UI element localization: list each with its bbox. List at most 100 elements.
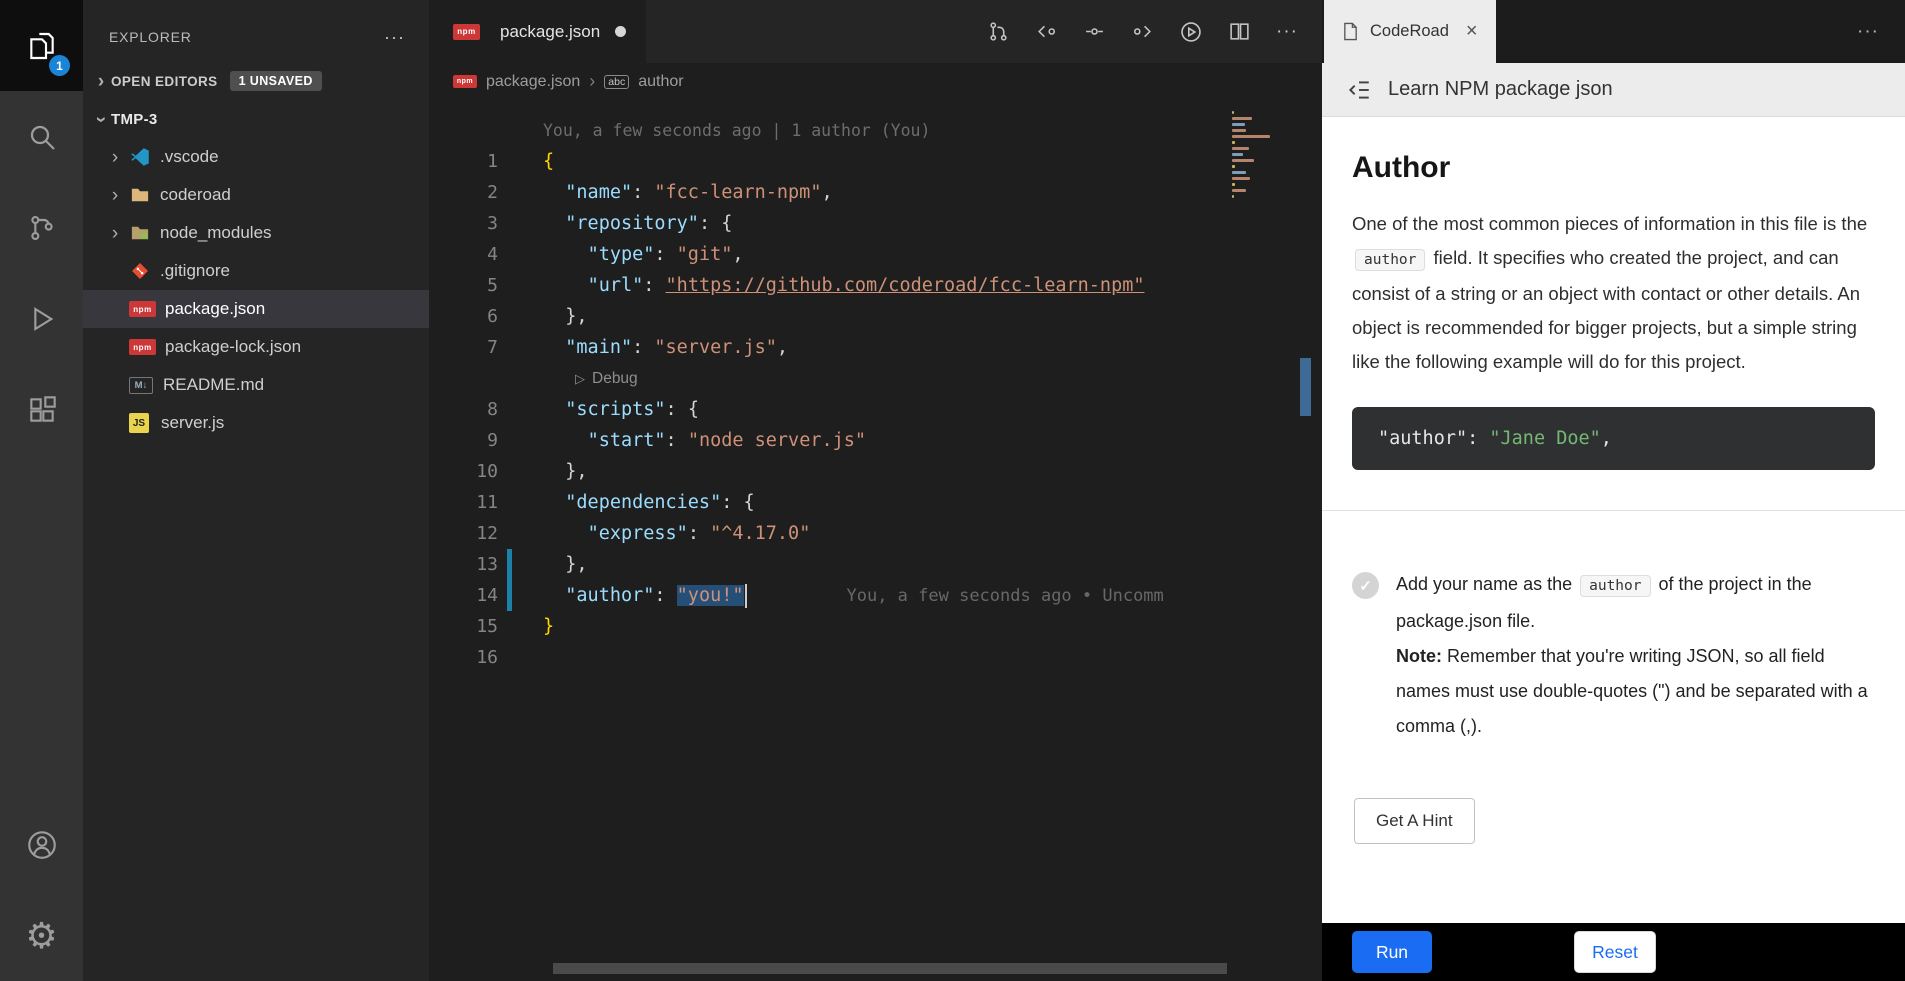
code-line-13[interactable]: 13 }, bbox=[429, 549, 1322, 580]
code-editor[interactable]: You, a few seconds ago | 1 author (You)1… bbox=[429, 100, 1322, 981]
line-number: 12 bbox=[429, 523, 498, 544]
lens-line[interactable]: ▷Debug bbox=[429, 363, 1322, 394]
line-number: 3 bbox=[429, 213, 498, 234]
sidebar-more-actions-icon[interactable]: ··· bbox=[384, 27, 405, 48]
line-number: 13 bbox=[429, 554, 498, 575]
activity-item-search[interactable] bbox=[0, 91, 83, 182]
code-token: : bbox=[643, 275, 665, 296]
tree-item-coderoad[interactable]: ›coderoad bbox=[83, 176, 429, 214]
tree-item-.vscode[interactable]: ›.vscode bbox=[83, 138, 429, 176]
run-file-icon[interactable] bbox=[1179, 20, 1203, 44]
breadcrumb-file[interactable]: package.json bbox=[486, 73, 580, 91]
current-step-icon[interactable] bbox=[1083, 20, 1106, 43]
tree-item-node_modules[interactable]: ›node_modules bbox=[83, 214, 429, 252]
close-icon[interactable]: × bbox=[1466, 20, 1478, 43]
npm-icon: npm bbox=[453, 75, 477, 88]
code-line-7[interactable]: 7 "main": "server.js", bbox=[429, 332, 1322, 363]
line-number: 8 bbox=[429, 399, 498, 420]
activity-item-source-control[interactable] bbox=[0, 182, 83, 273]
code-line-2[interactable]: 2 "name": "fcc-learn-npm", bbox=[429, 177, 1322, 208]
run-button[interactable]: Run bbox=[1352, 931, 1432, 973]
chevron-right-icon[interactable]: › bbox=[105, 148, 125, 167]
activity-item-explorer[interactable]: 1 bbox=[0, 0, 83, 91]
panel-more-actions-icon[interactable]: ··· bbox=[1857, 21, 1905, 43]
code-token bbox=[543, 554, 565, 575]
coderoad-panel: CodeRoad × ··· Learn NPM package json Au… bbox=[1322, 0, 1905, 981]
chevron-right-icon[interactable]: › bbox=[105, 224, 125, 243]
code-line-9[interactable]: 9 "start": "node server.js" bbox=[429, 425, 1322, 456]
minimap-line bbox=[1232, 123, 1245, 126]
code-line-5[interactable]: 5 "url": "https://github.com/coderoad/fc… bbox=[429, 270, 1322, 301]
minimap-line bbox=[1232, 117, 1252, 120]
code-token: { bbox=[721, 213, 732, 234]
code-token: , bbox=[1601, 428, 1612, 449]
code-line-3[interactable]: 3 "repository": { bbox=[429, 208, 1322, 239]
accounts-icon bbox=[25, 828, 59, 862]
breadcrumb-symbol[interactable]: author bbox=[638, 73, 683, 91]
tree-item-README.md[interactable]: M↓README.md bbox=[83, 366, 429, 404]
code-token: "author" bbox=[565, 585, 654, 606]
line-number: 16 bbox=[429, 647, 498, 668]
code-token: { bbox=[688, 399, 699, 420]
unsaved-count-badge: 1 UNSAVED bbox=[230, 71, 322, 91]
code-line-14[interactable]: 14 "author": "you!"You, a few seconds ag… bbox=[429, 580, 1322, 611]
run-debug-icon bbox=[26, 303, 58, 335]
editor-group: npm package.json bbox=[429, 0, 1322, 981]
compare-changes-icon[interactable] bbox=[987, 20, 1010, 43]
line-number: 2 bbox=[429, 182, 498, 203]
file-label: server.js bbox=[161, 413, 224, 433]
task-description: Add your name as the author of the proje… bbox=[1396, 567, 1874, 744]
tree-item-server.js[interactable]: JSserver.js bbox=[83, 404, 429, 442]
reset-button[interactable]: Reset bbox=[1574, 931, 1656, 973]
chevron-right-icon: › bbox=[589, 71, 595, 92]
code-token: "main" bbox=[565, 337, 632, 358]
activity-item-extensions[interactable] bbox=[0, 364, 83, 455]
chevron-right-icon[interactable]: › bbox=[105, 186, 125, 205]
tree-item-.gitignore[interactable]: .gitignore bbox=[83, 252, 429, 290]
code-line-6[interactable]: 6 }, bbox=[429, 301, 1322, 332]
code-line-16[interactable]: 16 bbox=[429, 642, 1322, 673]
horizontal-scrollbar[interactable] bbox=[553, 963, 1227, 974]
code-line-4[interactable]: 4 "type": "git", bbox=[429, 239, 1322, 270]
panel-footer: Run Reset bbox=[1322, 923, 1905, 981]
code-token: : bbox=[721, 492, 743, 513]
code-token: "https://github.com/coderoad/fcc-learn-n… bbox=[666, 275, 1145, 296]
overview-ruler-marker bbox=[1300, 358, 1311, 416]
code-line-11[interactable]: 11 "dependencies": { bbox=[429, 487, 1322, 518]
code-token: "name" bbox=[565, 182, 632, 203]
get-hint-button[interactable]: Get A Hint bbox=[1354, 798, 1475, 844]
collapse-menu-icon[interactable] bbox=[1346, 77, 1372, 103]
code-line-10[interactable]: 10 }, bbox=[429, 456, 1322, 487]
vscode-icon bbox=[129, 146, 151, 168]
code-line-8[interactable]: 8 "scripts": { bbox=[429, 394, 1322, 425]
tree-item-package.json[interactable]: npmpackage.json bbox=[83, 290, 429, 328]
sidebar-title: EXPLORER bbox=[109, 29, 192, 45]
code-token: } bbox=[565, 461, 576, 482]
code-line-15[interactable]: 15} bbox=[429, 611, 1322, 642]
dirty-indicator-icon[interactable] bbox=[615, 26, 626, 37]
text-cursor bbox=[745, 584, 747, 608]
next-step-icon[interactable] bbox=[1131, 20, 1154, 43]
workspace-root-header[interactable]: › TMP-3 bbox=[83, 100, 429, 138]
split-editor-icon[interactable] bbox=[1228, 20, 1251, 43]
code-token bbox=[543, 306, 565, 327]
search-icon bbox=[26, 121, 58, 153]
minimap[interactable] bbox=[1230, 108, 1272, 207]
activity-item-accounts[interactable] bbox=[0, 799, 83, 890]
previous-step-icon[interactable] bbox=[1035, 20, 1058, 43]
activity-item-run-debug[interactable] bbox=[0, 273, 83, 364]
editor-tab-bar: npm package.json bbox=[429, 0, 1322, 63]
code-line-12[interactable]: 12 "express": "^4.17.0" bbox=[429, 518, 1322, 549]
tree-item-package-lock.json[interactable]: npmpackage-lock.json bbox=[83, 328, 429, 366]
tab-coderoad[interactable]: CodeRoad × bbox=[1324, 0, 1496, 63]
code-token: , bbox=[732, 244, 743, 265]
blame-line[interactable]: You, a few seconds ago | 1 author (You) bbox=[429, 115, 1322, 146]
line-number: 9 bbox=[429, 430, 498, 451]
open-editors-header[interactable]: › OPEN EDITORS 1 UNSAVED bbox=[83, 62, 429, 100]
activity-item-settings[interactable]: ⚙ bbox=[0, 890, 83, 981]
code-line-1[interactable]: 1{ bbox=[429, 146, 1322, 177]
code-token: { bbox=[543, 151, 554, 172]
more-actions-icon[interactable]: ··· bbox=[1276, 21, 1298, 43]
tab-package-json[interactable]: npm package.json bbox=[429, 0, 646, 63]
line-content: ▷Debug bbox=[512, 370, 638, 388]
